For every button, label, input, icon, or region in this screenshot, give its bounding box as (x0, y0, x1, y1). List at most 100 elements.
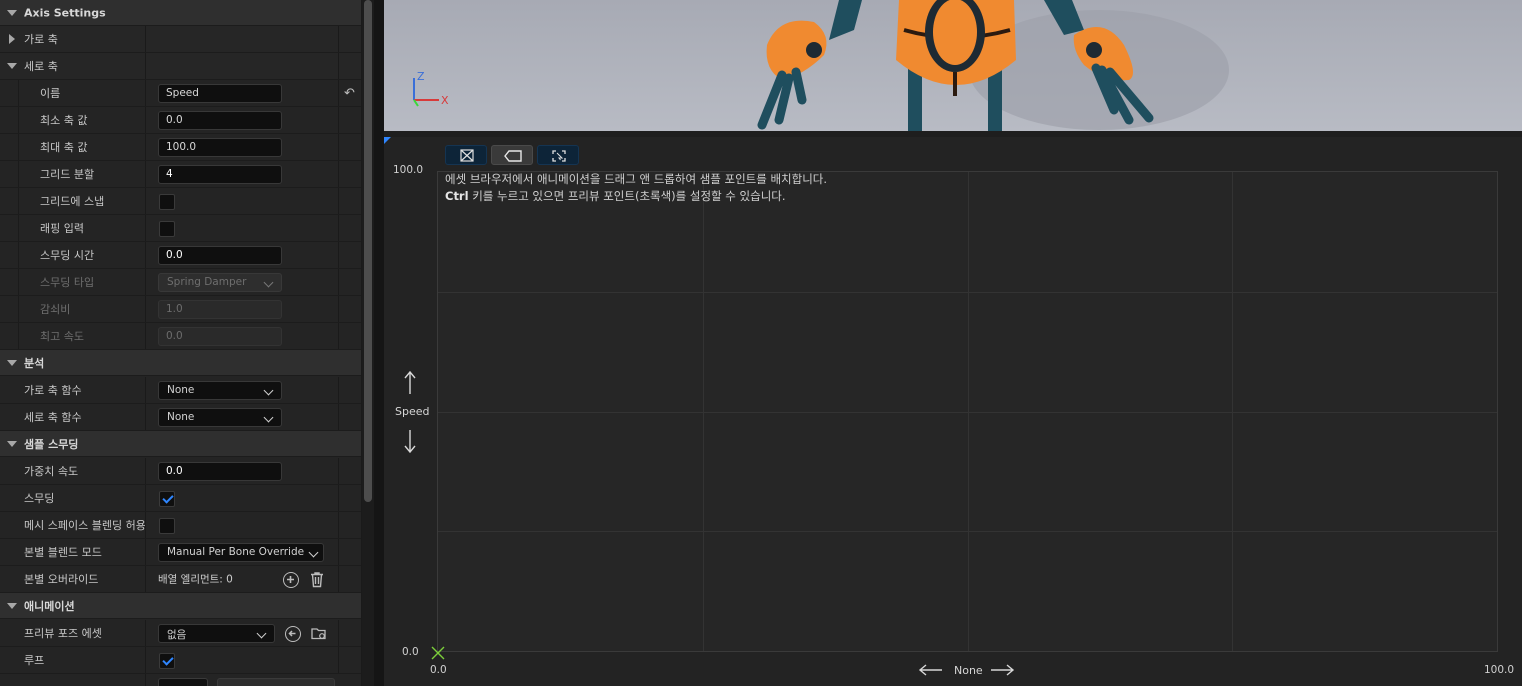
weight-speed-input[interactable]: 0.0 (158, 462, 282, 481)
corner-marker-icon (384, 137, 391, 144)
hint-key-ctrl: Ctrl (445, 189, 469, 203)
name-input[interactable]: Speed (158, 84, 282, 103)
grid-divisions-input[interactable]: 4 (158, 165, 282, 184)
horizontal-function-dropdown[interactable]: None (158, 381, 282, 400)
blend-space-grid[interactable] (437, 171, 1498, 652)
prop-label: 세로 축 함수 (24, 411, 82, 424)
prop-label: 감쇠비 (40, 303, 71, 316)
prop-label: 래핑 입력 (40, 222, 84, 235)
smoothing-type-dropdown[interactable]: Spring Damper (158, 273, 282, 292)
x-axis-min-label: 0.0 (430, 664, 447, 676)
group-vertical-axis[interactable]: 세로 축 (0, 53, 361, 80)
prop-label: 그리드 분할 (40, 168, 95, 181)
group-label: 세로 축 (24, 60, 58, 73)
panel-splitter[interactable] (374, 0, 384, 686)
category-axis-settings[interactable]: Axis Settings (0, 0, 361, 26)
vertical-function-dropdown[interactable]: None (158, 408, 282, 427)
prop-label: 프리뷰 포즈 에셋 (24, 627, 102, 640)
preview-pose-asset-dropdown[interactable]: 없음 (158, 624, 275, 643)
collapse-arrow-icon[interactable] (6, 438, 18, 450)
prop-max-speed: 최고 속도 0.0 (0, 323, 361, 350)
prop-label: 본별 블렌드 모드 (24, 546, 102, 559)
thumbnail-box[interactable] (158, 678, 208, 686)
dropdown-value: Spring Damper (167, 276, 247, 288)
x-axis-max-label: 100.0 (1484, 664, 1515, 676)
smoothing-time-input[interactable]: 0.0 (158, 246, 282, 265)
axis-x-label: X (441, 94, 449, 107)
snap-to-grid-checkbox[interactable] (159, 194, 175, 210)
chevron-down-icon (256, 628, 267, 639)
browse-folder-icon[interactable] (311, 626, 327, 641)
arrow-left-icon (918, 664, 942, 676)
prop-smoothing: 스무딩 (0, 485, 361, 512)
trash-icon[interactable] (309, 571, 325, 588)
group-label: 가로 축 (24, 33, 58, 46)
axis-z-label: Z (417, 70, 425, 83)
prop-smoothing-time: 스무딩 시간 0.0 (0, 242, 361, 269)
collapse-arrow-icon[interactable] (6, 60, 18, 72)
wrap-input-checkbox[interactable] (159, 221, 175, 237)
graph-hint-line1: 에셋 브라우저에서 애니메이션을 드래그 앤 드롭하여 샘플 포인트를 배치합니… (445, 172, 828, 186)
dropdown-value: Manual Per Bone Override (167, 546, 305, 558)
prop-mesh-space-blending: 메시 스페이스 블렌딩 허용 (0, 512, 361, 539)
fit-to-view-icon (552, 150, 566, 162)
prop-label: 스무딩 타입 (40, 276, 95, 289)
prop-snap-to-grid: 그리드에 스냅 (0, 188, 361, 215)
loop-checkbox[interactable] (159, 653, 175, 669)
max-speed-input[interactable]: 0.0 (158, 327, 282, 346)
category-sample-smoothing[interactable]: 샘플 스무딩 (0, 431, 361, 457)
preview-point-marker[interactable] (430, 645, 446, 661)
reset-to-default-icon[interactable]: ↶ (344, 87, 358, 101)
arrow-up-icon (404, 370, 416, 394)
details-panel: Axis Settings 가로 축 세로 축 이름 Speed ↶ 최소 축 … (0, 0, 361, 686)
prop-max-axis: 최대 축 값 100.0 (0, 134, 361, 161)
prop-smoothing-type: 스무딩 타입 Spring Damper (0, 269, 361, 296)
grid-lines (438, 172, 1497, 651)
group-horizontal-axis[interactable]: 가로 축 (0, 26, 361, 53)
y-axis-min-label: 0.0 (402, 646, 419, 658)
collapse-arrow-icon[interactable] (6, 600, 18, 612)
collapse-arrow-icon[interactable] (6, 357, 18, 369)
add-element-icon[interactable] (283, 572, 299, 588)
max-axis-input[interactable]: 100.0 (158, 138, 282, 157)
min-axis-input[interactable]: 0.0 (158, 111, 282, 130)
details-scrollbar-thumb[interactable] (364, 0, 372, 502)
prop-label: 이름 (40, 87, 61, 100)
show-triangulation-button[interactable] (445, 145, 487, 165)
asset-field[interactable] (217, 678, 335, 686)
x-axis-name: None (954, 664, 983, 677)
arrow-right-icon (991, 664, 1015, 676)
smoothing-checkbox[interactable] (159, 491, 175, 507)
prop-damping-ratio: 감쇠비 1.0 (0, 296, 361, 323)
prop-name: 이름 Speed ↶ (0, 80, 361, 107)
damping-ratio-input[interactable]: 1.0 (158, 300, 282, 319)
y-axis-max-label: 100.0 (393, 164, 424, 176)
category-analysis[interactable]: 분석 (0, 350, 361, 376)
hint-text: 키를 누르고 있으면 프리뷰 포인트(초록색)를 설정할 수 있습니다. (468, 189, 786, 203)
prop-partial-row (0, 674, 361, 686)
category-animation[interactable]: 애니메이션 (0, 593, 361, 619)
use-selected-asset-icon[interactable] (285, 626, 301, 642)
dropdown-value: None (167, 411, 195, 423)
prop-label: 루프 (24, 654, 45, 667)
prop-per-bone-blend-mode: 본별 블렌드 모드 Manual Per Bone Override (0, 539, 361, 566)
prop-label: 최고 속도 (40, 330, 84, 343)
prop-label: 최소 축 값 (40, 114, 88, 127)
mesh-space-blending-checkbox[interactable] (159, 518, 175, 534)
prop-loop: 루프 (0, 647, 361, 674)
dropdown-value: 없음 (167, 629, 187, 641)
collapse-arrow-icon[interactable] (6, 7, 18, 19)
show-labels-button[interactable] (491, 145, 533, 165)
dropdown-value: None (167, 384, 195, 396)
expand-arrow-icon[interactable] (6, 33, 18, 45)
prop-wrap-input: 래핑 입력 (0, 215, 361, 242)
category-title: 샘플 스무딩 (24, 437, 79, 451)
fit-view-button[interactable] (537, 145, 579, 165)
chevron-down-icon (308, 547, 319, 558)
preview-viewport[interactable]: Z X (384, 0, 1522, 131)
prop-label: 가로 축 함수 (24, 384, 82, 397)
prop-label: 메시 스페이스 블렌딩 허용 (24, 519, 146, 532)
per-bone-blend-mode-dropdown[interactable]: Manual Per Bone Override (158, 543, 324, 562)
prop-grid-divisions: 그리드 분할 4 (0, 161, 361, 188)
prop-preview-pose-asset: 프리뷰 포즈 에셋 없음 (0, 620, 361, 647)
